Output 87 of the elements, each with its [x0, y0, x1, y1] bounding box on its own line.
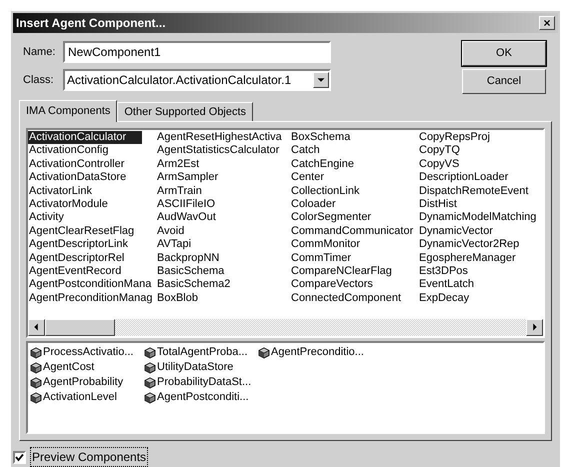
checkbox-label[interactable]: Preview Components: [30, 447, 148, 467]
checkmark-icon: [15, 452, 24, 462]
preview-item[interactable]: ActivationLevel: [43, 389, 117, 406]
preview-item[interactable]: TotalAgentProba...: [157, 344, 248, 361]
list-item[interactable]: AgentEventRecord: [28, 264, 122, 278]
list-item[interactable]: DynamicVector: [418, 224, 493, 238]
list-item[interactable]: DescriptionLoader: [418, 171, 508, 185]
list-item[interactable]: ActivationController: [28, 158, 124, 172]
list-item[interactable]: AgentResetHighestActiva: [156, 131, 282, 144]
list-item[interactable]: ActivationCalculator: [28, 131, 142, 144]
list-item[interactable]: DynamicModelMatching: [418, 211, 536, 225]
list-item[interactable]: AgentDescriptorRel: [28, 252, 124, 265]
list-item[interactable]: EgosphereManager: [418, 252, 516, 265]
list-item[interactable]: Coloader: [290, 198, 336, 212]
list-item[interactable]: Est3DPos: [418, 264, 468, 278]
list-item[interactable]: ASCIIFileIO: [156, 198, 216, 212]
list-item[interactable]: CompareNClearFlag: [290, 264, 392, 278]
class-label: Class:: [23, 72, 55, 88]
list-item[interactable]: AgentPreconditionManag: [28, 292, 153, 306]
list-item[interactable]: ArmTrain: [156, 184, 202, 198]
list-item[interactable]: CopyTQ: [418, 144, 460, 158]
cube-icon: [144, 376, 156, 388]
list-item[interactable]: ConnectedComponent: [290, 292, 402, 306]
list-item[interactable]: ActivationConfig: [28, 144, 108, 158]
list-item[interactable]: ArmSampler: [156, 171, 218, 185]
list-item[interactable]: CompareVectors: [290, 278, 373, 292]
cube-icon: [144, 392, 156, 404]
list-item[interactable]: CommMonitor: [290, 238, 360, 252]
list-item[interactable]: CopyVS: [418, 158, 460, 172]
cube-icon: [30, 346, 42, 358]
name-label: Name:: [23, 44, 56, 60]
list-item[interactable]: BoxSchema: [290, 131, 350, 144]
list-item[interactable]: Catch: [290, 144, 320, 158]
list-item[interactable]: Activity: [28, 211, 64, 225]
scroll-right-icon[interactable]: [526, 319, 543, 336]
scroll-thumb[interactable]: [45, 319, 115, 336]
list-item[interactable]: AVTapi: [156, 238, 192, 252]
preview-item[interactable]: ProcessActivatio...: [43, 344, 134, 361]
preview-item[interactable]: AgentCost: [43, 359, 94, 376]
window-title: Insert Agent Component...: [16, 15, 166, 32]
list-item[interactable]: DistHist: [418, 198, 457, 212]
list-item[interactable]: BasicSchema2: [156, 278, 230, 292]
list-item[interactable]: EventLatch: [418, 278, 474, 292]
list-item[interactable]: ActivationDataStore: [28, 171, 126, 185]
tab[interactable]: IMA Components: [19, 100, 118, 122]
list-item[interactable]: Arm2Est: [156, 158, 200, 172]
list-item[interactable]: Center: [290, 171, 324, 185]
list-item[interactable]: CommTimer: [290, 252, 352, 265]
close-button[interactable]: ×: [539, 16, 555, 30]
preview-item[interactable]: ProbabilityDataSt...: [157, 374, 252, 391]
list-item[interactable]: ColorSegmenter: [290, 211, 372, 225]
name-field[interactable]: NewComponent1: [63, 41, 331, 63]
list-item[interactable]: BasicSchema: [156, 264, 224, 278]
cancel-button[interactable]: Cancel: [462, 69, 546, 94]
list-item[interactable]: CopyRepsProj: [418, 131, 490, 144]
ok-button[interactable]: OK: [462, 41, 546, 66]
list-item[interactable]: BoxBlob: [156, 292, 198, 306]
preview-item[interactable]: AgentPostconditi...: [157, 389, 249, 406]
preview-item[interactable]: UtilityDataStore: [157, 359, 234, 376]
list-item[interactable]: ActivatorLink: [28, 184, 92, 198]
preview-item[interactable]: AgentProbability: [43, 374, 124, 391]
list-item[interactable]: CommandCommunicator: [290, 224, 414, 238]
list-item[interactable]: AudWavOut: [156, 211, 216, 225]
list-item[interactable]: Avoid: [156, 224, 184, 238]
cube-icon: [144, 346, 156, 358]
cube-icon: [30, 376, 42, 388]
tab[interactable]: Other Supported Objects: [117, 102, 254, 121]
list-item[interactable]: CatchEngine: [290, 158, 354, 172]
list-item[interactable]: AgentStatisticsCalculator: [156, 144, 280, 158]
scroll-left-icon[interactable]: [28, 319, 45, 336]
cube-icon: [144, 362, 156, 374]
class-dropdown[interactable]: ActivationCalculator.ActivationCalculator.1: [63, 69, 331, 91]
horizontal-scrollbar[interactable]: [28, 319, 543, 336]
list-item[interactable]: AgentDescriptorLink: [28, 238, 128, 252]
list-item[interactable]: DispatchRemoteEvent: [418, 184, 528, 198]
list-item[interactable]: DynamicVector2Rep: [418, 238, 520, 252]
list-item[interactable]: BackpropNN: [156, 252, 220, 265]
list-item[interactable]: AgentPostconditionMana: [28, 278, 152, 292]
list-item[interactable]: ActivatorModule: [28, 198, 108, 212]
list-item[interactable]: ExpDecay: [418, 292, 470, 306]
cube-icon: [30, 392, 42, 404]
preview-item[interactable]: AgentPreconditio...: [271, 344, 364, 361]
checkbox[interactable]: [13, 450, 26, 464]
cube-icon: [30, 362, 42, 374]
list-item[interactable]: CollectionLink: [290, 184, 360, 198]
cube-icon: [258, 346, 270, 358]
list-item[interactable]: AgentClearResetFlag: [28, 224, 134, 238]
